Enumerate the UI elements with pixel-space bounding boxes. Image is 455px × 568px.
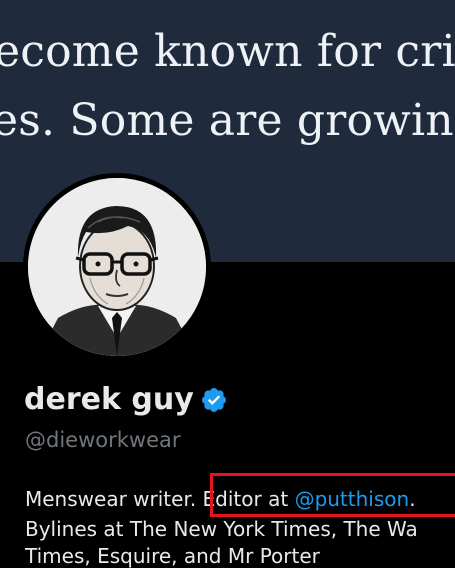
bio-line-3: Times, Esquire, and Mr Porter [25,544,320,568]
avatar[interactable] [23,173,211,361]
verified-badge-icon[interactable] [200,386,228,414]
bio-line-1: Menswear writer. Editor at @putthison. [25,484,455,514]
avatar-illustration [28,178,206,356]
profile-handle: @dieworkwear [25,428,181,452]
banner-text-line-1: ecome known for critici [0,26,455,77]
profile-bio: Menswear writer. Editor at @putthison. B… [25,484,455,544]
display-name-text: derek guy [24,382,194,417]
banner-text-line-2: es. Some are growing tir [0,95,455,146]
bio-text-3: . [409,487,416,511]
display-name: derek guy [24,382,228,417]
bio-text-2: Editor at [202,487,295,511]
bio-mention-link[interactable]: @putthison [295,487,410,511]
bio-line-2: Bylines at The New York Times, The Wa [25,517,418,541]
bio-text-1: Menswear writer. [25,487,203,511]
